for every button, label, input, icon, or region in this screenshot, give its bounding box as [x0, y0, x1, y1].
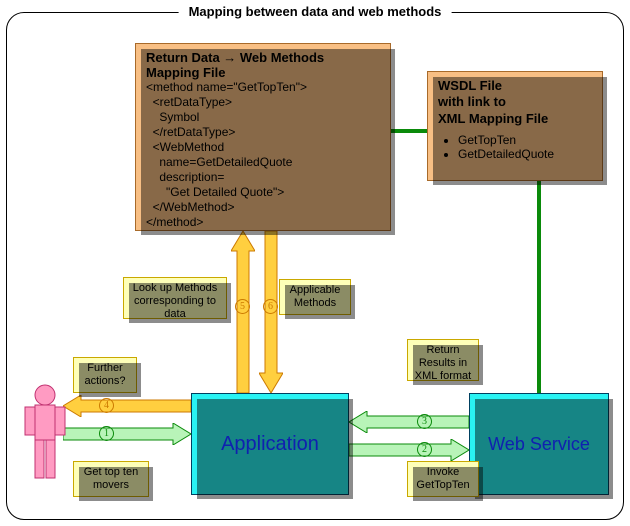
mapping-file-heading: Return Data → Web Methods Mapping File [146, 50, 380, 80]
web-service-label: Web Service [488, 434, 590, 455]
arrow-invoke [349, 439, 469, 461]
step-circle-4: 4 [99, 398, 114, 413]
wsdl-item: GetTopTen [458, 133, 592, 147]
web-service-box: Web Service [469, 393, 609, 495]
wsdl-item: GetDetailedQuote [458, 147, 592, 161]
diagram-title: Mapping between data and web methods [179, 4, 452, 19]
note-further-actions: Further actions? [73, 357, 137, 393]
step-circle-6: 6 [263, 299, 278, 314]
wsdl-file-box: WSDL File with link to XML Mapping File … [427, 71, 603, 181]
wsdl-heading: WSDL File with link to XML Mapping File [438, 78, 592, 127]
connector-mapping-wsdl [391, 129, 427, 133]
note-invoke-gettopten: Invoke GetTopTen [407, 461, 479, 497]
wsdl-list: GetTopTen GetDetailedQuote [444, 133, 592, 161]
step-circle-3: 3 [417, 414, 432, 429]
arrow-further-actions [63, 395, 191, 417]
note-lookup-methods: Look up Methods corresponding to data [123, 277, 227, 319]
step-circle-5: 5 [235, 299, 250, 314]
note-get-top-ten: Get top ten movers [73, 461, 149, 497]
step-circle-2: 2 [417, 442, 432, 457]
user-actor-icon [23, 383, 67, 483]
arrow-return-results [349, 411, 469, 433]
application-box: Application [191, 393, 349, 495]
connector-wsdl-webservice [537, 181, 541, 393]
diagram-frame: Mapping between data and web methods Ret… [0, 0, 630, 526]
step-circle-1: 1 [99, 426, 114, 441]
mapping-file-box: Return Data → Web Methods Mapping File <… [135, 43, 391, 231]
diagram-panel: Mapping between data and web methods Ret… [6, 12, 624, 520]
mapping-file-code: <method name="GetTopTen"> <retDataType> … [146, 80, 380, 230]
application-label: Application [221, 433, 319, 456]
arrow-get-top-ten [63, 423, 191, 445]
note-applicable-methods: Applicable Methods [279, 279, 351, 315]
note-return-results: Return Results in XML format [407, 339, 479, 381]
